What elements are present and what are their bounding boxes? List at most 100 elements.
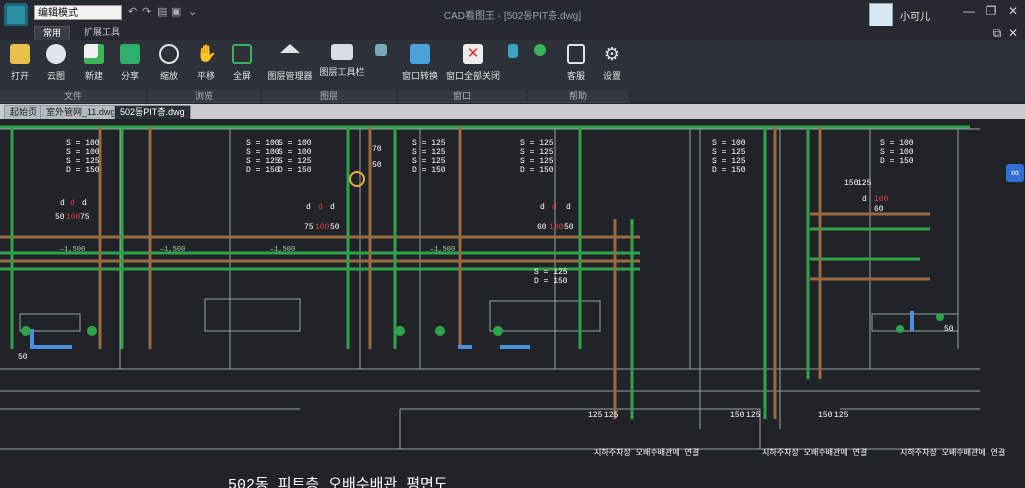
green-pipes <box>0 125 970 271</box>
help-small-tools[interactable] <box>530 44 550 88</box>
doc-tab-current[interactable]: 502동PIT층.dwg <box>114 105 191 120</box>
svg-text:D = 150: D = 150 <box>278 166 312 175</box>
svg-text:지하주차장 오배수배관에 연결: 지하주차장 오배수배관에 연결 <box>900 447 1005 458</box>
minimize-button[interactable]: — <box>960 4 978 18</box>
svg-text:75: 75 <box>80 213 90 222</box>
layer-toolbar-button[interactable]: 图层工具栏 <box>318 44 366 88</box>
svg-text:D = 150: D = 150 <box>412 166 446 175</box>
svg-text:100: 100 <box>315 223 330 232</box>
svg-text:S = 100: S = 100 <box>278 139 312 148</box>
svg-text:50: 50 <box>944 325 954 334</box>
layer-small-tools[interactable] <box>372 44 390 88</box>
svg-text:D = 150: D = 150 <box>534 277 568 286</box>
close-windows-icon: ✕ <box>463 44 483 64</box>
svg-text:—1,500: —1,500 <box>159 246 185 254</box>
svg-text:S = 100: S = 100 <box>246 148 280 157</box>
svg-text:50: 50 <box>18 353 28 362</box>
svg-text:125: 125 <box>834 411 849 420</box>
svg-text:d: d <box>306 203 311 212</box>
svg-text:S = 125: S = 125 <box>712 157 746 166</box>
svg-text:S = 125: S = 125 <box>520 139 554 148</box>
svg-text:S = 100: S = 100 <box>880 139 914 148</box>
svg-text:125: 125 <box>588 411 603 420</box>
riser-size-labels: 125 125 150 125 150 125 <box>588 411 849 420</box>
drawing-canvas[interactable]: S = 100 S = 100 S = 125 D = 150 S = 100 … <box>0 119 1025 488</box>
floating-cloud-button[interactable]: ∞ <box>1006 164 1024 182</box>
svg-text:D = 150: D = 150 <box>880 157 914 166</box>
share-button[interactable]: 分享 <box>112 44 148 88</box>
svg-text:125: 125 <box>604 411 619 420</box>
svg-text:d: d <box>540 203 545 212</box>
svg-text:S = 100: S = 100 <box>880 148 914 157</box>
new-file-icon <box>84 44 104 64</box>
svg-text:—1,500: —1,500 <box>429 246 455 254</box>
title-bar: 编辑模式 ↶ ↷ ▤ ▣ ⌄ CAD看图王 - [502동PIT층.dwg] 小… <box>0 0 1025 27</box>
connection-notes: 지하주차장 오배수배관에 연결 지하주차장 오배수배관에 연결 지하주차장 오배… <box>594 447 1005 458</box>
tab-common[interactable]: 常用 <box>34 26 71 40</box>
svg-text:S = 125: S = 125 <box>534 268 568 277</box>
svg-text:d: d <box>70 199 75 208</box>
support-button[interactable]: 客服 <box>558 44 594 88</box>
svg-text:d: d <box>318 203 323 212</box>
svg-text:S = 100: S = 100 <box>66 139 100 148</box>
svg-text:100: 100 <box>66 213 81 222</box>
cloud-icon <box>46 44 66 64</box>
window-tile-buttons[interactable] <box>504 44 522 88</box>
svg-text:100: 100 <box>549 223 564 232</box>
doc-close-button[interactable]: ✕ <box>1004 26 1022 40</box>
layer-manager-button[interactable]: 图层管理器 <box>266 44 314 88</box>
svg-text:125: 125 <box>857 179 872 188</box>
ribbon-empty-area <box>630 40 1025 102</box>
fixtures <box>30 311 914 349</box>
svg-text:d: d <box>566 203 571 212</box>
close-all-windows-button[interactable]: ✕ 窗口全部关闭 <box>446 44 500 88</box>
layer-stack-icon <box>375 44 387 56</box>
svg-text:75: 75 <box>304 223 314 232</box>
layers-icon <box>280 44 300 53</box>
svg-text:D = 150: D = 150 <box>246 166 280 175</box>
group-file: 文件 <box>0 90 146 102</box>
svg-text:D = 150: D = 150 <box>712 166 746 175</box>
doc-tab-outdoor[interactable]: 室外管网_11.dwg <box>40 105 122 120</box>
svg-text:S = 125: S = 125 <box>246 157 280 166</box>
svg-text:S = 125: S = 125 <box>66 157 100 166</box>
doc-tab-start[interactable]: 起始页 <box>4 105 44 120</box>
tab-extended-tools[interactable]: 扩展工具 <box>76 26 128 39</box>
svg-text:D = 150: D = 150 <box>66 166 100 175</box>
fullscreen-button[interactable]: 全屏 <box>224 44 260 88</box>
svg-text:d: d <box>862 195 867 204</box>
svg-text:70: 70 <box>372 145 382 154</box>
share-icon <box>120 44 140 64</box>
new-button[interactable]: 新建 <box>76 44 112 88</box>
svg-text:S = 125: S = 125 <box>412 157 446 166</box>
svg-text:S = 100: S = 100 <box>246 139 280 148</box>
cad-drawing[interactable]: S = 100 S = 100 S = 125 D = 150 S = 100 … <box>0 119 1025 488</box>
svg-text:100: 100 <box>874 195 889 204</box>
svg-text:S = 125: S = 125 <box>712 148 746 157</box>
hand-icon: ✋ <box>196 44 218 63</box>
svg-text:S = 125: S = 125 <box>278 157 312 166</box>
svg-text:D = 150: D = 150 <box>520 166 554 175</box>
pan-button[interactable]: ✋ 平移 <box>188 44 224 88</box>
tile-icon <box>508 44 518 58</box>
cloud-button[interactable]: 云图 <box>38 44 74 88</box>
close-button[interactable]: ✕ <box>1004 4 1022 18</box>
svg-text:50: 50 <box>330 223 340 232</box>
avatar[interactable] <box>869 3 893 27</box>
settings-button[interactable]: ⚙ 设置 <box>594 44 630 88</box>
svg-text:125: 125 <box>746 411 761 420</box>
svg-text:S = 125: S = 125 <box>520 157 554 166</box>
window-switch-button[interactable]: 窗口转换 <box>400 44 440 88</box>
svg-text:—1,500: —1,500 <box>59 246 85 254</box>
fullscreen-icon <box>232 44 252 64</box>
group-layer: 图层 <box>262 90 396 102</box>
help-icon <box>534 44 546 56</box>
zoom-button[interactable]: 缩放 <box>151 44 187 88</box>
maximize-button[interactable]: ❐ <box>982 4 1000 18</box>
svg-text:60: 60 <box>537 223 547 232</box>
open-button[interactable]: 打开 <box>2 44 38 88</box>
username[interactable]: 小可儿 <box>900 8 930 23</box>
group-window: 窗口 <box>398 90 526 102</box>
magnifier-icon <box>159 44 179 64</box>
svg-text:S = 100: S = 100 <box>278 148 312 157</box>
